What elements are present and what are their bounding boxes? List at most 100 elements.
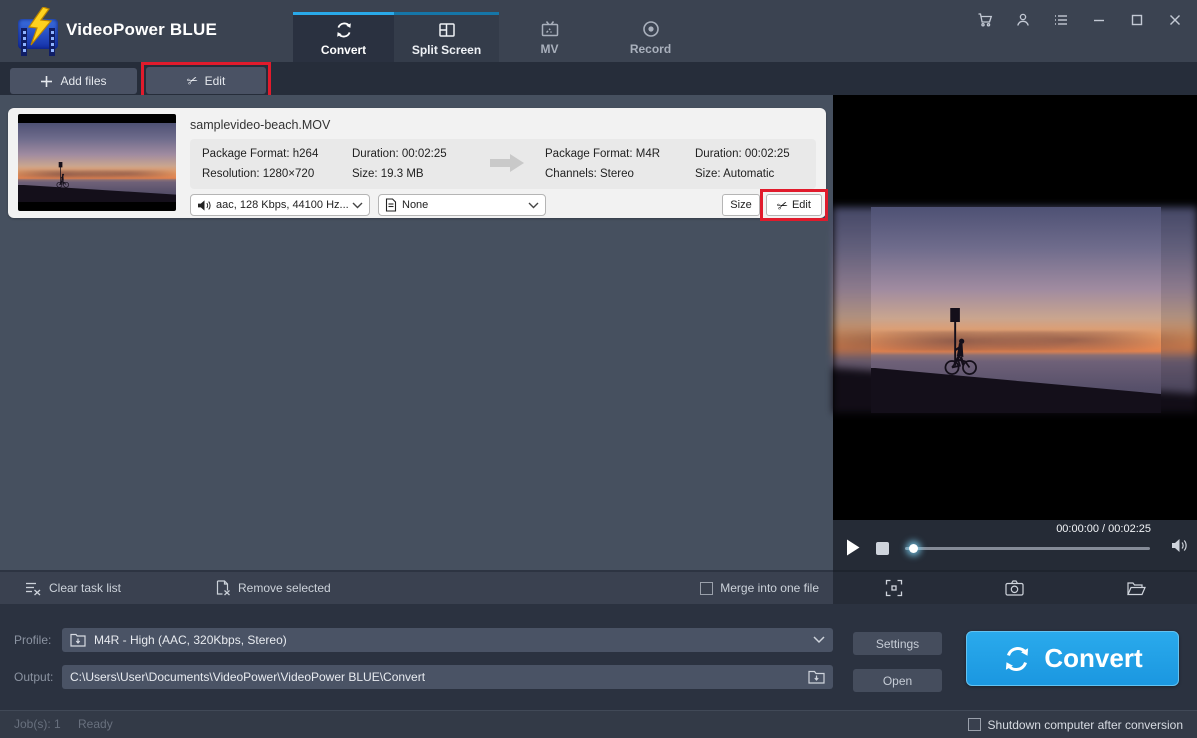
item-edit-button[interactable]: ✂ Edit [766, 194, 822, 216]
open-button[interactable]: Open [853, 669, 942, 692]
window-controls [971, 2, 1189, 38]
item-edit-label: Edit [791, 199, 811, 211]
snapshot-button[interactable] [995, 573, 1035, 603]
file-name: samplevideo-beach.MOV [190, 118, 331, 132]
subtitle-select[interactable]: None [378, 194, 546, 216]
cart-icon[interactable] [971, 5, 999, 35]
chevron-down-icon [528, 202, 539, 208]
tab-mv-label: MV [540, 41, 559, 56]
subtitle-file-icon [385, 198, 397, 212]
camera-icon [1005, 580, 1025, 596]
remove-selected-button[interactable]: Remove selected [215, 572, 331, 604]
fullscreen-icon [885, 579, 902, 597]
output-panel: Profile: M4R - High (AAC, 320Kbps, Stere… [0, 604, 1197, 710]
preview-icon-bar [833, 570, 1197, 604]
profile-format-icon [70, 633, 86, 647]
status-bar: Job(s): 1 Ready Shutdown computer after … [0, 710, 1197, 738]
merge-checkbox[interactable] [700, 581, 714, 595]
convert-label: Convert [1044, 643, 1143, 673]
task-list: samplevideo-beach.MOV Package Format: h2… [0, 95, 833, 570]
seek-slider[interactable] [905, 544, 1150, 553]
user-account-icon[interactable] [1009, 5, 1037, 35]
output-path-value: C:\Users\User\Documents\VideoPower\Video… [70, 670, 426, 684]
audio-track-select[interactable]: aac, 128 Kbps, 44100 Hz... [190, 194, 370, 216]
tab-record-label: Record [629, 41, 672, 56]
audio-track-value: aac, 128 Kbps, 44100 Hz... [216, 199, 349, 211]
clear-task-list-button[interactable]: Clear task list [25, 572, 121, 604]
merge-into-one-file-toggle[interactable]: Merge into one file [700, 572, 819, 604]
convert-refresh-icon [336, 22, 351, 38]
video-thumbnail [18, 114, 176, 211]
video-frame [833, 207, 1197, 413]
main-tabs: Convert Split Screen MV Record [293, 12, 701, 62]
tab-mv[interactable]: MV [499, 12, 600, 62]
size-button-label: Size [730, 199, 752, 211]
shutdown-checkbox[interactable] [967, 718, 981, 731]
speaker-icon [198, 199, 211, 211]
tab-convert-label: Convert [320, 43, 367, 57]
cyclist-silhouette [56, 161, 70, 188]
app-logo-icon [16, 7, 60, 56]
source-duration: Duration: 00:02:25 [352, 148, 447, 160]
fullscreen-button[interactable] [874, 573, 914, 603]
minimize-button[interactable] [1085, 5, 1113, 35]
mv-tv-icon [541, 20, 558, 36]
menu-icon[interactable] [1047, 5, 1075, 35]
clear-list-icon [26, 582, 41, 595]
clear-task-list-label: Clear task list [49, 581, 122, 595]
tab-record[interactable]: Record [600, 12, 701, 62]
app-title: VideoPower BLUE [66, 20, 217, 39]
add-files-button[interactable]: Add files [10, 68, 137, 94]
file-item-card[interactable]: samplevideo-beach.MOV Package Format: h2… [8, 108, 828, 221]
tab-split-screen-label: Split Screen [411, 43, 482, 57]
open-label: Open [882, 673, 913, 688]
playback-time: 00:00:00 / 00:02:25 [1056, 523, 1151, 535]
target-channels: Channels: Stereo [545, 168, 634, 180]
profile-label: Profile: [14, 633, 52, 647]
video-viewport[interactable] [833, 95, 1197, 520]
lightning-bolt-icon [27, 7, 53, 46]
shutdown-after-conversion-toggle[interactable]: Shutdown computer after conversion [967, 711, 1183, 738]
tab-convert[interactable]: Convert [293, 12, 394, 62]
settings-button[interactable]: Settings [853, 632, 942, 655]
plus-icon [41, 75, 53, 87]
merge-label: Merge into one file [720, 581, 819, 595]
size-button[interactable]: Size [722, 194, 760, 216]
play-button[interactable] [846, 539, 860, 556]
playback-controls: 00:00:00 / 00:02:25 [833, 520, 1197, 570]
source-size: Size: 19.3 MB [352, 168, 424, 180]
source-package-format: Package Format: h264 [202, 148, 319, 160]
convert-button[interactable]: Convert [966, 631, 1179, 686]
preview-panel: 00:00:00 / 00:02:25 [833, 95, 1197, 570]
volume-icon[interactable] [1171, 538, 1189, 553]
chevron-down-icon [813, 636, 825, 644]
target-duration: Duration: 00:02:25 [695, 148, 790, 160]
scissors-icon: ✂ [774, 196, 791, 214]
remove-selected-label: Remove selected [238, 581, 331, 595]
add-files-label: Add files [60, 74, 107, 88]
stop-button[interactable] [876, 542, 889, 555]
jobs-count: Job(s): 1 [14, 717, 61, 731]
convert-refresh-icon [1006, 646, 1029, 671]
task-actions-bar: Clear task list Remove selected Merge in… [0, 570, 833, 604]
target-size: Size: Automatic [695, 168, 775, 180]
tab-split-screen[interactable]: Split Screen [394, 12, 499, 62]
split-screen-icon [438, 23, 455, 37]
profile-select[interactable]: M4R - High (AAC, 320Kbps, Stereo) [62, 628, 833, 652]
seek-slider-knob[interactable] [909, 544, 918, 553]
edit-button[interactable]: ✂ Edit [146, 67, 266, 94]
app-window: VideoPower BLUE Convert Split Screen MV … [0, 0, 1197, 738]
folder-open-icon [1126, 581, 1146, 595]
subtitle-value: None [402, 199, 429, 211]
chevron-down-icon [352, 202, 363, 208]
settings-label: Settings [875, 636, 920, 651]
target-package-format: Package Format: M4R [545, 148, 661, 160]
maximize-button[interactable] [1123, 5, 1151, 35]
arrow-right-icon [490, 154, 524, 172]
source-resolution: Resolution: 1280×720 [202, 168, 315, 180]
browse-folder-icon[interactable] [808, 670, 825, 684]
open-folder-button[interactable] [1116, 573, 1156, 603]
output-path-field[interactable]: C:\Users\User\Documents\VideoPower\Video… [62, 665, 833, 689]
file-info-box: Package Format: h264 Resolution: 1280×72… [190, 139, 816, 189]
close-button[interactable] [1161, 5, 1189, 35]
